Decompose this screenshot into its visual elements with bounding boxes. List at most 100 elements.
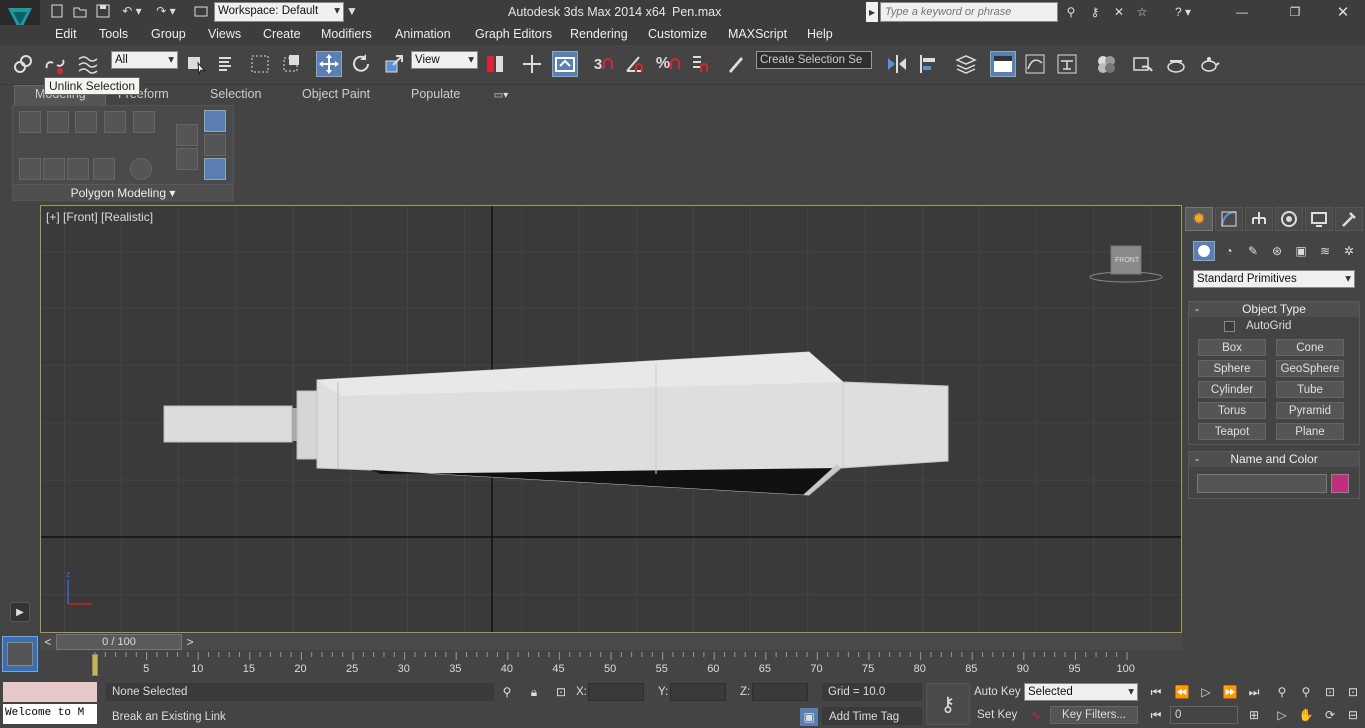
render-setup-icon[interactable] — [1130, 51, 1156, 77]
zoom-extents-icon[interactable]: ⊡ — [1320, 683, 1340, 701]
menu-customize[interactable]: Customize — [648, 27, 707, 41]
communication-icon[interactable]: ✕ — [1110, 3, 1128, 21]
hierarchy-tab-icon[interactable] — [1245, 207, 1273, 231]
y-coordinate-field[interactable] — [670, 683, 726, 701]
percent-snap-icon[interactable]: % — [655, 51, 681, 77]
redo-icon[interactable]: ↷ ▾ — [152, 2, 180, 20]
new-file-icon[interactable] — [48, 2, 66, 20]
object-category-dropdown[interactable]: Standard Primitives — [1193, 270, 1355, 288]
go-to-start-icon[interactable]: ⏮ — [1146, 683, 1166, 701]
select-object-icon[interactable] — [183, 51, 209, 77]
bind-to-space-warp-icon[interactable] — [75, 51, 101, 77]
workspace-dropdown[interactable]: Workspace: Default — [214, 2, 344, 22]
go-to-end-icon[interactable]: ⏭ — [1244, 683, 1264, 701]
show-end-result-icon[interactable] — [204, 110, 226, 132]
z-coordinate-field[interactable] — [752, 683, 808, 701]
plane-button[interactable]: Plane — [1276, 423, 1344, 440]
time-slider[interactable]: < 0 / 100 > — [40, 634, 1182, 650]
field-of-view-icon[interactable]: ▷ — [1272, 706, 1292, 724]
listener-output[interactable]: Welcome to M — [3, 704, 97, 724]
maximize-viewport-icon[interactable]: ⊟ — [1343, 706, 1363, 724]
isolate-selection-icon[interactable]: ⚲ — [498, 683, 516, 701]
border-mode-icon[interactable] — [75, 111, 97, 133]
menu-tools[interactable]: Tools — [99, 27, 128, 41]
select-and-link-icon[interactable] — [10, 51, 36, 77]
pan-view-icon[interactable]: ✋ — [1296, 706, 1316, 724]
use-pivot-center-icon[interactable] — [482, 51, 508, 77]
utilities-tab-icon[interactable] — [1335, 207, 1363, 231]
use-soft-selection-icon[interactable] — [130, 158, 152, 180]
collapse-stack-icon[interactable] — [176, 124, 198, 146]
rollout-collapse-icon[interactable]: - — [1195, 452, 1199, 466]
zoom-icon[interactable]: ⚲ — [1272, 683, 1292, 701]
menu-maxscript[interactable]: MAXScript — [728, 27, 787, 41]
selection-lock-icon[interactable]: 🔒︎ — [525, 683, 543, 701]
element-mode-icon[interactable] — [133, 111, 155, 133]
menu-graph-editors[interactable]: Graph Editors — [475, 27, 552, 41]
vertex-mode-icon[interactable] — [19, 111, 41, 133]
mirror-icon[interactable] — [884, 51, 910, 77]
schematic-view-icon[interactable] — [1054, 51, 1080, 77]
edge-mode-icon[interactable] — [47, 111, 69, 133]
previous-frame-icon[interactable]: < — [40, 634, 56, 650]
search-input[interactable] — [880, 2, 1058, 22]
render-production-icon[interactable] — [1196, 51, 1222, 77]
absolute-mode-icon[interactable]: ⊡ — [552, 683, 570, 701]
key-filters-button[interactable]: Key Filters... — [1050, 706, 1138, 724]
edit-named-selection-icon[interactable] — [723, 51, 749, 77]
key-mode-curve-icon[interactable]: ∿ — [1026, 706, 1046, 724]
ribbon-options-icon[interactable]: ▭▾ — [488, 88, 514, 102]
modify-mode-icon[interactable] — [19, 158, 41, 180]
geosphere-button[interactable]: GeoSphere — [1276, 360, 1344, 377]
add-time-tag[interactable]: Add Time Tag — [829, 711, 899, 723]
save-file-icon[interactable] — [94, 2, 112, 20]
align-icon[interactable] — [916, 51, 942, 77]
time-tag-icon[interactable]: ▣ — [800, 708, 818, 726]
create-tab-icon[interactable]: ✹ — [1185, 207, 1213, 231]
zoom-extents-all-icon[interactable]: ⊡ — [1343, 683, 1363, 701]
menu-rendering[interactable]: Rendering — [570, 27, 628, 41]
tab-selection[interactable]: Selection — [210, 87, 261, 101]
select-and-scale-icon[interactable] — [381, 51, 407, 77]
favorites-star-icon[interactable]: ☆ — [1133, 3, 1151, 21]
modify-tab-icon[interactable] — [1215, 207, 1243, 231]
spinner-snap-icon[interactable] — [687, 51, 713, 77]
subscription-key-icon[interactable]: ⚷ — [1086, 3, 1104, 21]
next-key-icon[interactable]: ⏩ — [1220, 683, 1240, 701]
preview-multi-icon[interactable] — [93, 158, 115, 180]
select-and-move-icon[interactable] — [316, 51, 342, 77]
preview-subobject-icon[interactable] — [67, 158, 89, 180]
object-type-title[interactable]: Object Type — [1189, 302, 1359, 317]
tab-populate[interactable]: Populate — [411, 87, 460, 101]
sphere-button[interactable]: Sphere — [1198, 360, 1266, 377]
menu-views[interactable]: Views — [208, 27, 241, 41]
menu-create[interactable]: Create — [263, 27, 301, 41]
lights-icon[interactable]: ✎ — [1242, 241, 1264, 261]
rollout-collapse-icon[interactable]: - — [1195, 302, 1199, 316]
name-and-color-title[interactable]: Name and Color — [1189, 452, 1359, 467]
geometry-icon[interactable] — [1193, 241, 1215, 261]
maxscript-listener-toggle-icon[interactable]: ▶ — [10, 602, 30, 622]
curve-editor-icon[interactable] — [1022, 51, 1048, 77]
select-and-manipulate-icon[interactable] — [519, 51, 545, 77]
selection-filter-dropdown[interactable]: All — [111, 51, 178, 69]
close-icon[interactable]: ✕ — [1333, 2, 1353, 22]
rectangular-selection-icon[interactable] — [247, 51, 273, 77]
snaps-toggle-icon[interactable]: 3 — [591, 51, 617, 77]
menu-animation[interactable]: Animation — [395, 27, 451, 41]
maxscript-mini-listener[interactable] — [3, 682, 97, 702]
cameras-icon[interactable]: ⊛ — [1266, 241, 1288, 261]
set-key-button[interactable]: Set Key — [977, 709, 1017, 721]
viewcube-face-label[interactable]: FRONT — [1115, 257, 1139, 264]
space-warps-icon[interactable]: ≋ — [1314, 241, 1336, 261]
box-button[interactable]: Box — [1198, 339, 1266, 356]
viewport-label[interactable]: [+] [Front] [Realistic] — [46, 210, 153, 224]
tab-object-paint[interactable]: Object Paint — [302, 87, 370, 101]
systems-icon[interactable]: ✲ — [1338, 241, 1360, 261]
remove-modifier-icon[interactable] — [204, 134, 226, 156]
minimize-icon[interactable]: — — [1232, 2, 1252, 22]
current-frame-field[interactable]: 0 — [1170, 706, 1238, 724]
toggle-stack-icon[interactable] — [204, 158, 226, 180]
track-bar[interactable]: 5 10 15 20 25 30 35 40 45 50 55 60 65 70 75 80 85 90 95 100 — [40, 652, 1182, 678]
reference-coordinate-dropdown[interactable]: View — [411, 51, 478, 69]
